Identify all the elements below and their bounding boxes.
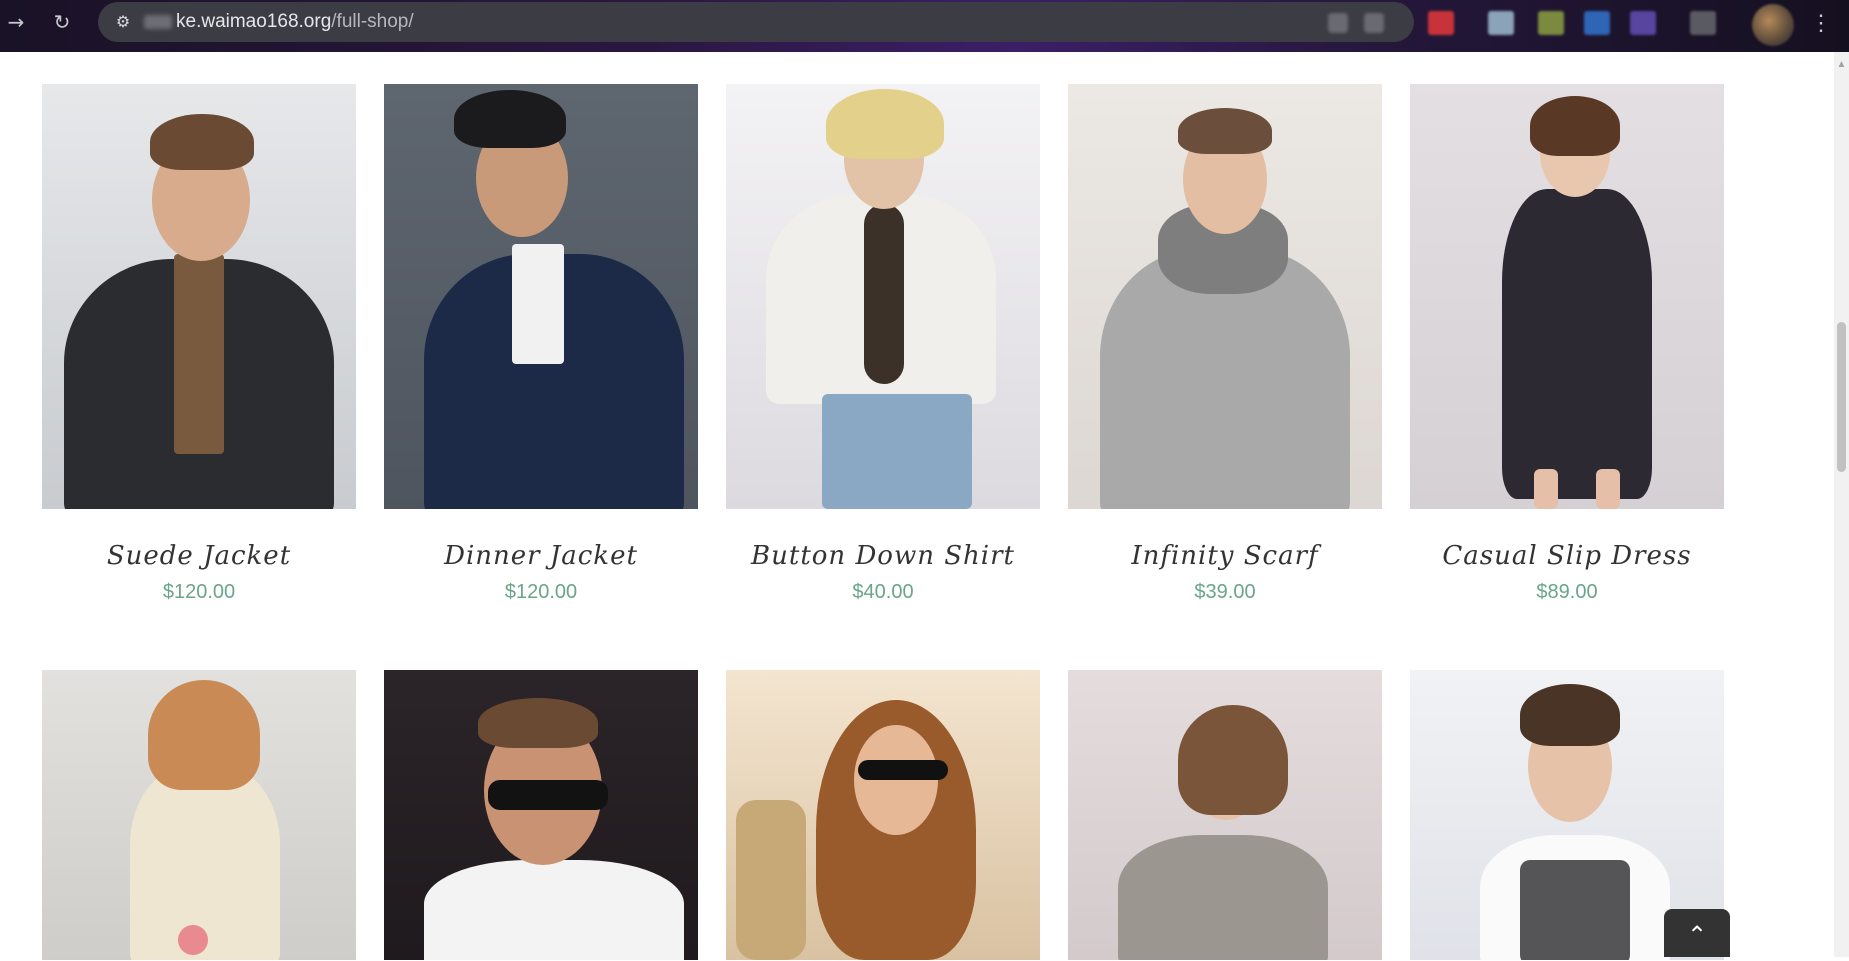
product-image[interactable] <box>726 670 1040 960</box>
product-name[interactable]: Dinner Jacket <box>384 541 698 571</box>
product-card[interactable]: Button Down Shirt $40.00 <box>726 84 1040 604</box>
chevron-up-icon: ⌃ <box>1686 921 1708 949</box>
product-price: $40.00 <box>852 581 914 603</box>
address-bar[interactable]: ⚙ ke.waimao168.org/full-shop/ <box>98 2 1414 42</box>
omnibox-bookmark-icon[interactable] <box>1364 13 1384 33</box>
scrollbar-thumb[interactable] <box>1837 322 1846 472</box>
back-to-top-button[interactable]: ⌃ <box>1664 909 1730 957</box>
omnibox-action-icon[interactable] <box>1328 13 1348 33</box>
product-image[interactable] <box>1410 84 1724 509</box>
product-card[interactable]: Casual Slip Dress $89.00 <box>1410 84 1724 604</box>
extension-icon[interactable] <box>1690 11 1716 35</box>
url-host: ke.waimao168.org <box>176 11 332 32</box>
redacted-url-prefix <box>144 15 172 29</box>
extension-icon[interactable] <box>1584 11 1610 35</box>
product-card[interactable]: Dinner Jacket $120.00 <box>384 84 698 604</box>
product-image[interactable] <box>1068 84 1382 509</box>
product-card[interactable] <box>726 670 1040 960</box>
chrome-menu-icon[interactable]: ⋮ <box>1806 6 1836 40</box>
extension-icon[interactable] <box>1488 11 1514 35</box>
product-name[interactable]: Button Down Shirt <box>726 541 1040 571</box>
product-image[interactable] <box>384 670 698 960</box>
extension-icon[interactable] <box>1538 11 1564 35</box>
product-card[interactable]: Suede Jacket $120.00 <box>42 84 356 604</box>
product-price: $120.00 <box>504 581 578 603</box>
product-name[interactable]: Infinity Scarf <box>1068 541 1382 571</box>
url-text[interactable]: ke.waimao168.org/full-shop/ <box>176 11 414 33</box>
forward-arrow-icon[interactable]: → <box>2 8 30 36</box>
product-card[interactable] <box>1068 670 1382 960</box>
page-scrollbar[interactable]: ▲ <box>1834 52 1849 957</box>
product-card[interactable] <box>42 670 356 960</box>
product-image[interactable] <box>42 84 356 509</box>
product-card[interactable]: Infinity Scarf $39.00 <box>1068 84 1382 604</box>
product-name[interactable]: Casual Slip Dress <box>1410 541 1724 571</box>
product-price: $89.00 <box>1536 581 1598 603</box>
product-image[interactable] <box>726 84 1040 509</box>
browser-toolbar: → ↻ ⚙ ke.waimao168.org/full-shop/ ⋮ <box>0 0 1849 52</box>
shop-page: Suede Jacket $120.00 Dinner Jacket $120.… <box>0 52 1834 960</box>
product-price: $120.00 <box>162 581 236 603</box>
url-path: /full-shop/ <box>331 11 414 32</box>
product-image[interactable] <box>384 84 698 509</box>
scroll-up-arrow-icon[interactable]: ▲ <box>1834 58 1849 72</box>
extension-icon[interactable] <box>1630 11 1656 35</box>
product-name[interactable]: Suede Jacket <box>42 541 356 571</box>
profile-avatar[interactable] <box>1752 4 1794 46</box>
site-settings-icon[interactable]: ⚙ <box>110 10 136 34</box>
reload-icon[interactable]: ↻ <box>48 8 76 36</box>
product-card[interactable] <box>384 670 698 960</box>
product-image[interactable] <box>1068 670 1382 960</box>
product-image[interactable] <box>42 670 356 960</box>
product-price: $39.00 <box>1194 581 1256 603</box>
extension-icon[interactable] <box>1428 11 1454 35</box>
